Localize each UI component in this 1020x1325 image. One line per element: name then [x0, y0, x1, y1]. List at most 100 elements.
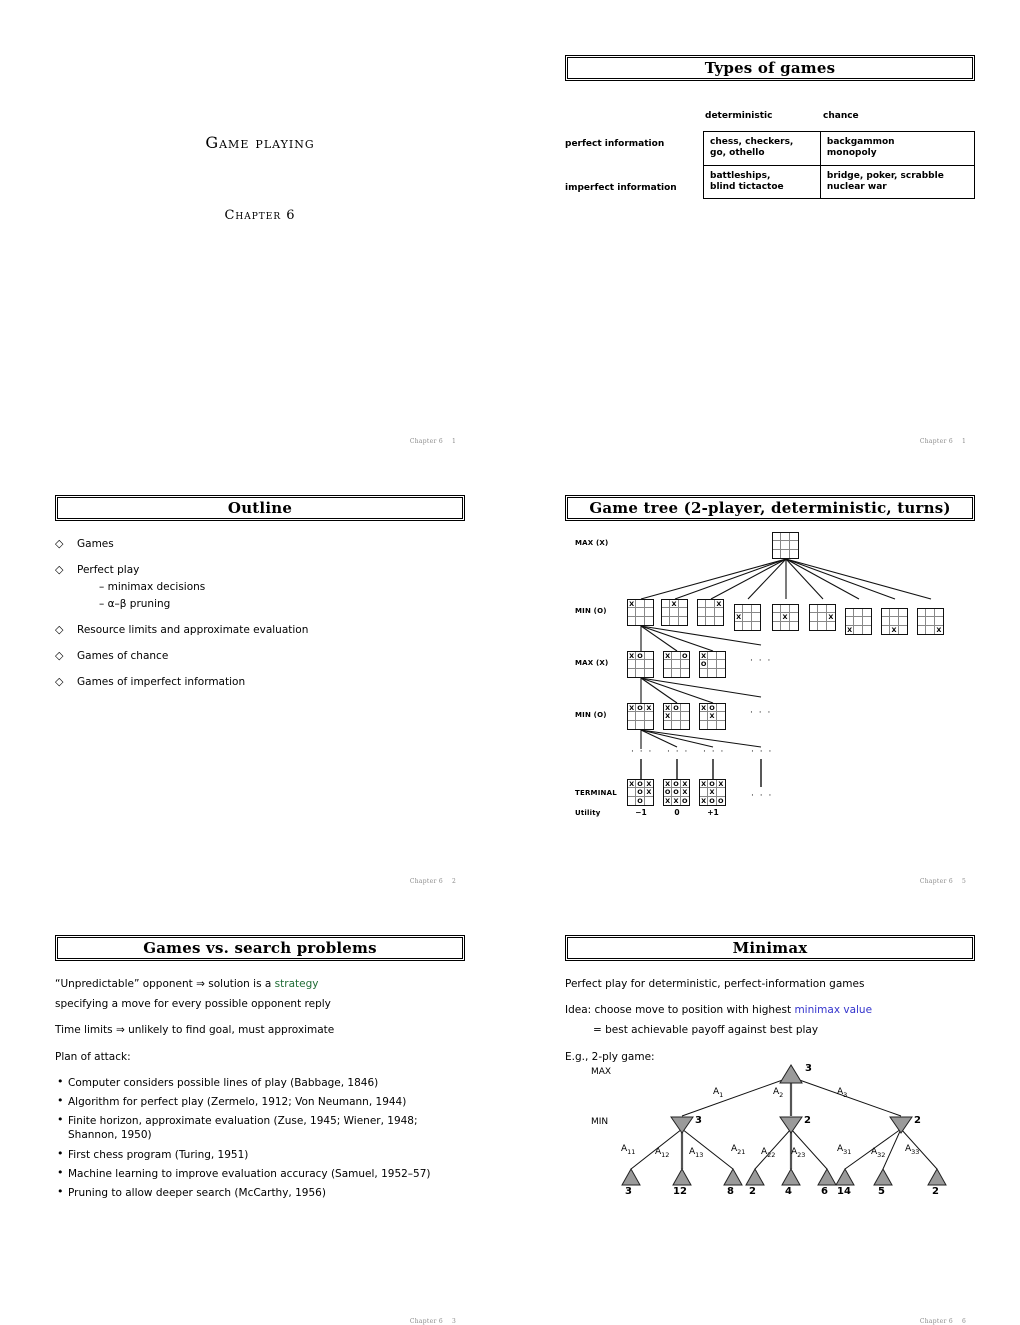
minimax-edge-label-a3: A3	[837, 1087, 848, 1099]
slide-banner: Types of games	[565, 55, 975, 81]
ttt-cell: X	[708, 788, 717, 797]
slide-footer: Chapter 6 1	[55, 438, 465, 445]
ttt-cell	[708, 660, 717, 669]
chapter-subtitle: Chapter 6	[224, 208, 296, 223]
ttt-cell	[735, 621, 744, 630]
utility-value-0: −1	[635, 808, 647, 817]
ttt-cell	[781, 549, 790, 558]
slide-footer: Chapter 6 5	[565, 878, 975, 885]
ttt-cell: X	[700, 780, 709, 789]
ttt-board-terminal-0: XOXOXO	[627, 779, 654, 806]
types-of-games-matrix: deterministic chance perfect information…	[565, 111, 976, 231]
ttt-cell	[714, 608, 723, 617]
ttt-cell	[716, 652, 725, 661]
ttt-cell	[664, 660, 673, 669]
ttt-cell	[716, 712, 725, 721]
ttt-cell	[662, 600, 671, 609]
ttt-cell: O	[718, 796, 724, 805]
ttt-cell	[708, 668, 717, 677]
ttt-board-min1-5: X	[809, 604, 836, 631]
list-item: • Finite horizon, approximate evaluation …	[55, 1113, 465, 1142]
game-tree-row-label-terminal: TERMINAL	[575, 789, 617, 797]
ttt-cell	[790, 622, 798, 630]
ttt-cell	[918, 609, 927, 618]
ttt-cell	[810, 613, 819, 622]
ellipsis-max2: · · ·	[750, 656, 772, 666]
ttt-cell: O	[708, 780, 717, 789]
minimax-level-label-max: MAX	[591, 1067, 612, 1077]
table-row: chess, checkers, go, othello backgammon …	[703, 131, 976, 166]
ttt-cell	[672, 652, 681, 661]
column-header-deterministic: deterministic	[705, 111, 773, 121]
slide-title: Game tree (2-player, deterministic, turn…	[589, 498, 951, 517]
ttt-cell	[918, 617, 927, 626]
ttt-cell	[628, 720, 637, 729]
ttt-cell	[636, 608, 645, 617]
ttt-cell	[743, 605, 752, 614]
footer-page: 2	[451, 878, 457, 885]
ttt-cell: X	[664, 652, 673, 661]
ttt-cell	[818, 621, 827, 630]
ttt-cell	[670, 616, 679, 625]
ellipsis-branch-4: · · ·	[751, 747, 773, 757]
ttt-cell: O	[636, 780, 645, 789]
game-tree-row-label-min2: MIN (O)	[575, 711, 607, 719]
ttt-cell	[706, 608, 715, 617]
ttt-cell: X	[890, 625, 899, 634]
ttt-cell	[698, 600, 707, 609]
list-item: • Pruning to allow deeper search (McCarth…	[55, 1185, 465, 1200]
ttt-cell	[751, 613, 760, 622]
ttt-cell: O	[636, 788, 645, 797]
ttt-board-min1-4: X	[772, 604, 799, 631]
ttt-cell	[698, 616, 707, 625]
ttt-board-terminal-1: XOXOOXXXO	[663, 779, 690, 806]
ttt-cell	[898, 609, 907, 618]
ttt-board-root	[772, 532, 799, 559]
ttt-cell: X	[826, 613, 835, 622]
ttt-cell	[898, 617, 907, 626]
outline-sublist: – minimax decisions – α–β pruning	[77, 580, 465, 611]
ttt-cell: X	[664, 796, 673, 805]
slide-footer: Chapter 6 2	[55, 878, 465, 885]
bullet-icon: •	[57, 1074, 64, 1088]
minimax-leaf-value-5: 4	[785, 1186, 792, 1197]
ttt-cell	[716, 660, 725, 669]
ttt-cell	[636, 720, 645, 729]
ttt-cell: X	[680, 788, 689, 797]
ttt-cell	[698, 608, 707, 617]
ttt-board-min3-0: XOX	[627, 703, 654, 730]
minimax-edge-label-a13: A13	[689, 1147, 704, 1159]
ttt-cell	[664, 668, 673, 677]
ttt-cell	[680, 704, 689, 713]
ttt-cell: O	[682, 796, 688, 805]
ttt-cell: X	[781, 613, 790, 622]
ttt-cell	[681, 721, 689, 729]
minimax-edge-label-a22: A22	[761, 1147, 776, 1159]
ttt-cell	[708, 720, 717, 729]
ttt-cell	[863, 626, 871, 634]
ttt-cell	[644, 652, 653, 661]
ttt-cell	[716, 788, 725, 797]
footer-chapter: Chapter 6	[919, 438, 953, 445]
ttt-cell: X	[700, 796, 709, 805]
ttt-board-min3-1: XOX	[663, 703, 690, 730]
minimax-edge-label-a32: A32	[871, 1147, 886, 1159]
ttt-cell: O	[680, 652, 689, 661]
ttt-cell	[752, 622, 760, 630]
ttt-cell	[890, 609, 899, 618]
ttt-cell	[628, 712, 637, 721]
ttt-cell	[628, 788, 637, 797]
minimax-level-label-min: MIN	[591, 1117, 609, 1127]
idea-paragraph: Idea: choose move to position with highe…	[565, 1003, 975, 1018]
ttt-cell	[926, 609, 935, 618]
minimax-min-value-2: 2	[804, 1115, 811, 1126]
minimax-leaf-value-1: 3	[625, 1186, 632, 1197]
ttt-cell	[664, 720, 673, 729]
ttt-cell	[735, 605, 744, 614]
ttt-board-min1-8: X	[917, 608, 944, 635]
ttt-cell	[706, 600, 715, 609]
slide-footer: Chapter 6 1	[565, 438, 975, 445]
ttt-cell: X	[680, 780, 689, 789]
ttt-cell	[700, 720, 709, 729]
slide-footer: Chapter 6 3	[55, 1318, 465, 1325]
